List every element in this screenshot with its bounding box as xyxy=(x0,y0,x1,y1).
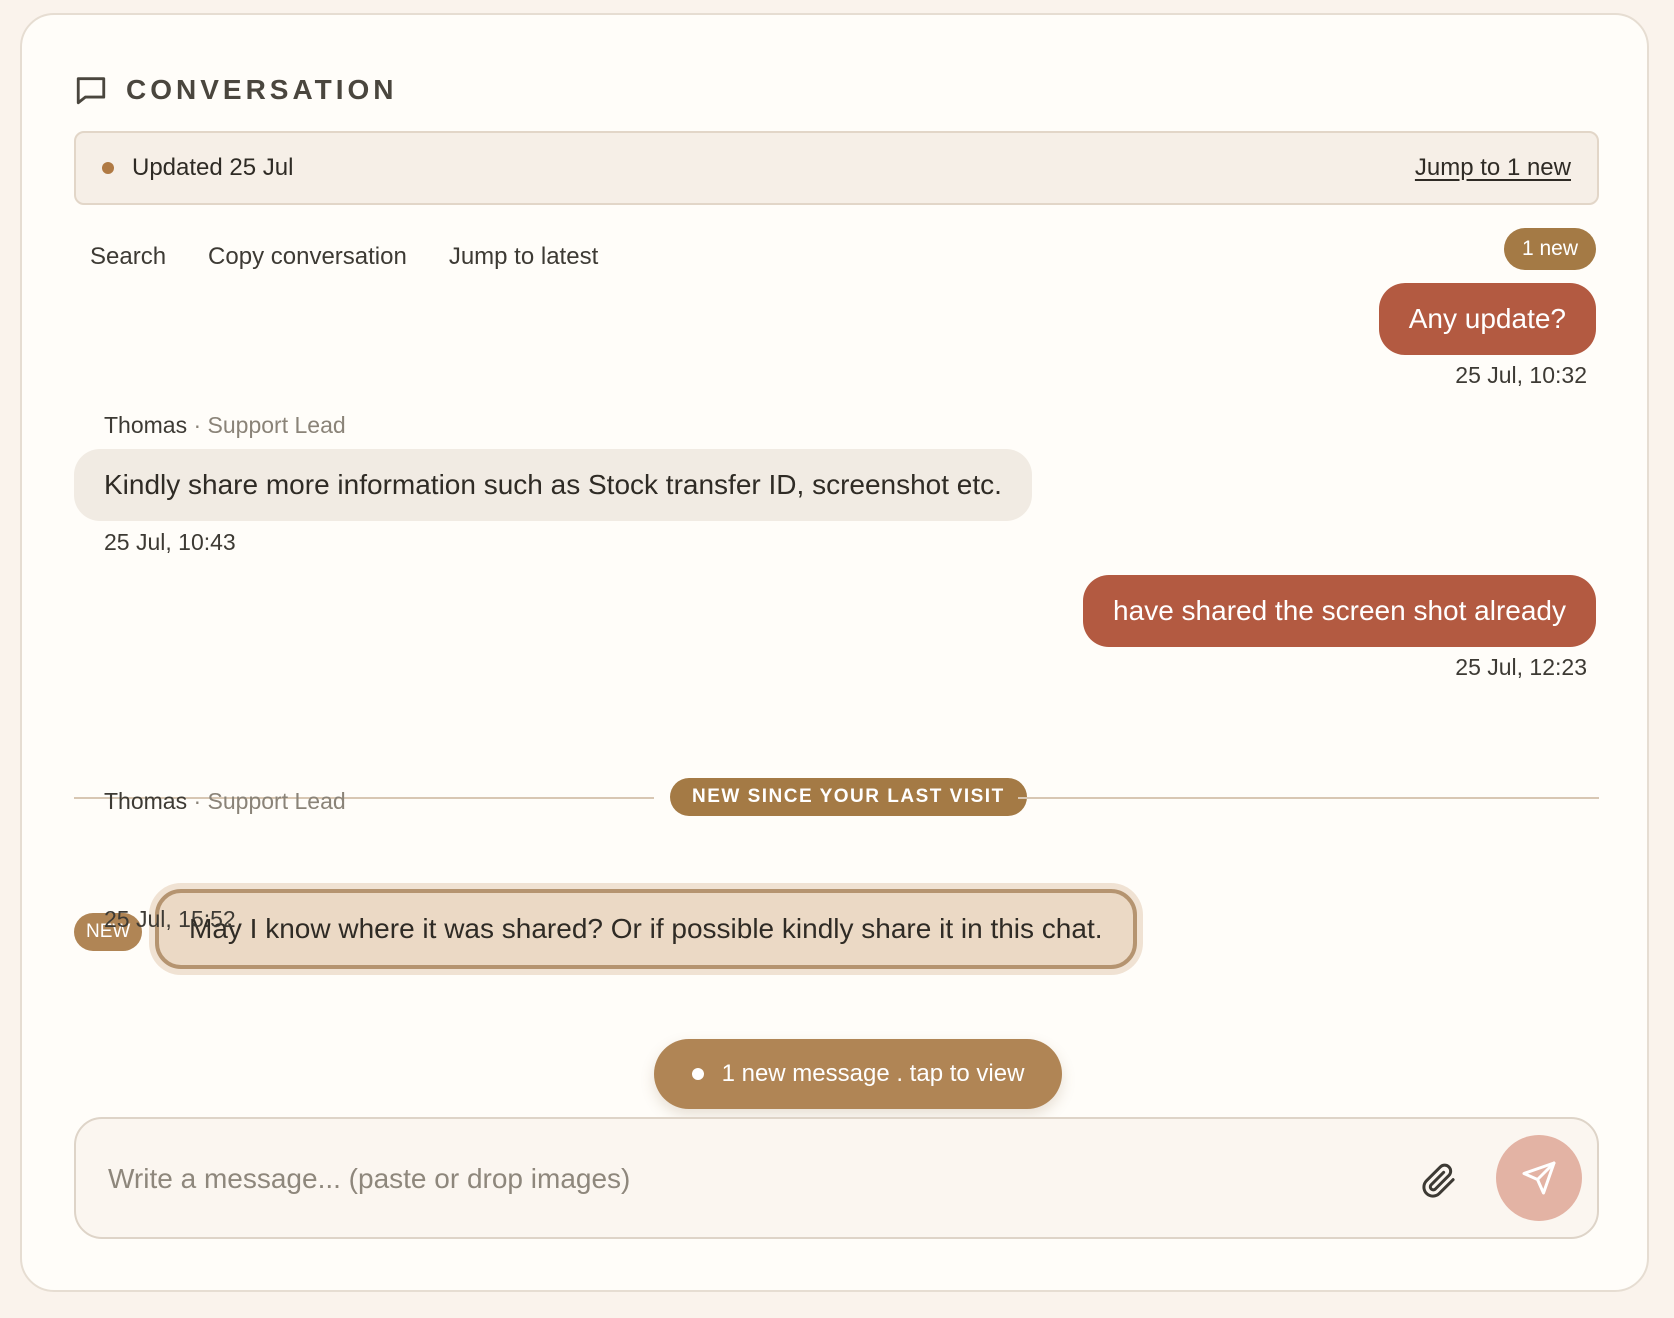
message-sender: Thomas · Support Lead xyxy=(104,788,346,815)
new-since-last-visit-label: NEW SINCE YOUR LAST VISIT xyxy=(670,778,1027,816)
new-message-toast[interactable]: 1 new message . tap to view xyxy=(654,1039,1062,1109)
sender-name: Thomas xyxy=(104,412,188,438)
copy-conversation-button[interactable]: Copy conversation xyxy=(208,243,407,271)
highlighted-incoming-message: May I know where it was shared? Or if po… xyxy=(155,889,1137,969)
page-title: CONVERSATION xyxy=(126,74,398,105)
message-timestamp: 25 Jul, 12:23 xyxy=(1455,654,1587,680)
status-dot xyxy=(102,162,114,174)
conversation-panel: CONVERSATION Updated 25 Jul Jump to 1 ne… xyxy=(20,13,1649,1292)
jump-to-latest-button[interactable]: Jump to latest xyxy=(449,243,598,271)
sender-role: · Support Lead xyxy=(193,788,346,814)
sender-role: · Support Lead xyxy=(193,412,346,438)
message-timestamp: 25 Jul, 10:32 xyxy=(1455,362,1587,388)
send-button[interactable] xyxy=(1496,1135,1582,1221)
toast-dot xyxy=(691,1068,704,1080)
sender-name: Thomas xyxy=(104,788,188,814)
message-timestamp: 25 Jul, 10:43 xyxy=(104,529,236,555)
jump-to-new-link[interactable]: Jump to 1 new xyxy=(1415,154,1571,182)
conversation-toolbar: Search Copy conversation Jump to latest xyxy=(90,243,598,271)
outgoing-message: Any update? xyxy=(1378,283,1596,355)
message-sender: Thomas · Support Lead xyxy=(104,412,346,439)
new-count-badge[interactable]: 1 new xyxy=(1503,228,1596,270)
toast-label: 1 new message . tap to view xyxy=(721,1060,1025,1087)
paperclip-icon[interactable] xyxy=(1421,1163,1457,1199)
update-status: Updated 25 Jul xyxy=(132,154,294,181)
update-banner: Updated 25 Jul Jump to 1 new xyxy=(74,131,1599,205)
chat-bubble-icon xyxy=(76,77,106,105)
search-button[interactable]: Search xyxy=(90,243,166,271)
panel-header: CONVERSATION xyxy=(74,73,398,107)
message-input[interactable] xyxy=(106,1145,1460,1213)
message-composer xyxy=(74,1117,1599,1239)
message-timestamp: 25 Jul, 15:52 xyxy=(104,906,236,932)
incoming-message: Kindly share more information such as St… xyxy=(74,449,1032,521)
outgoing-message: have shared the screen shot already xyxy=(1083,575,1596,647)
send-icon xyxy=(1522,1161,1556,1195)
divider-line-right xyxy=(1018,797,1599,799)
